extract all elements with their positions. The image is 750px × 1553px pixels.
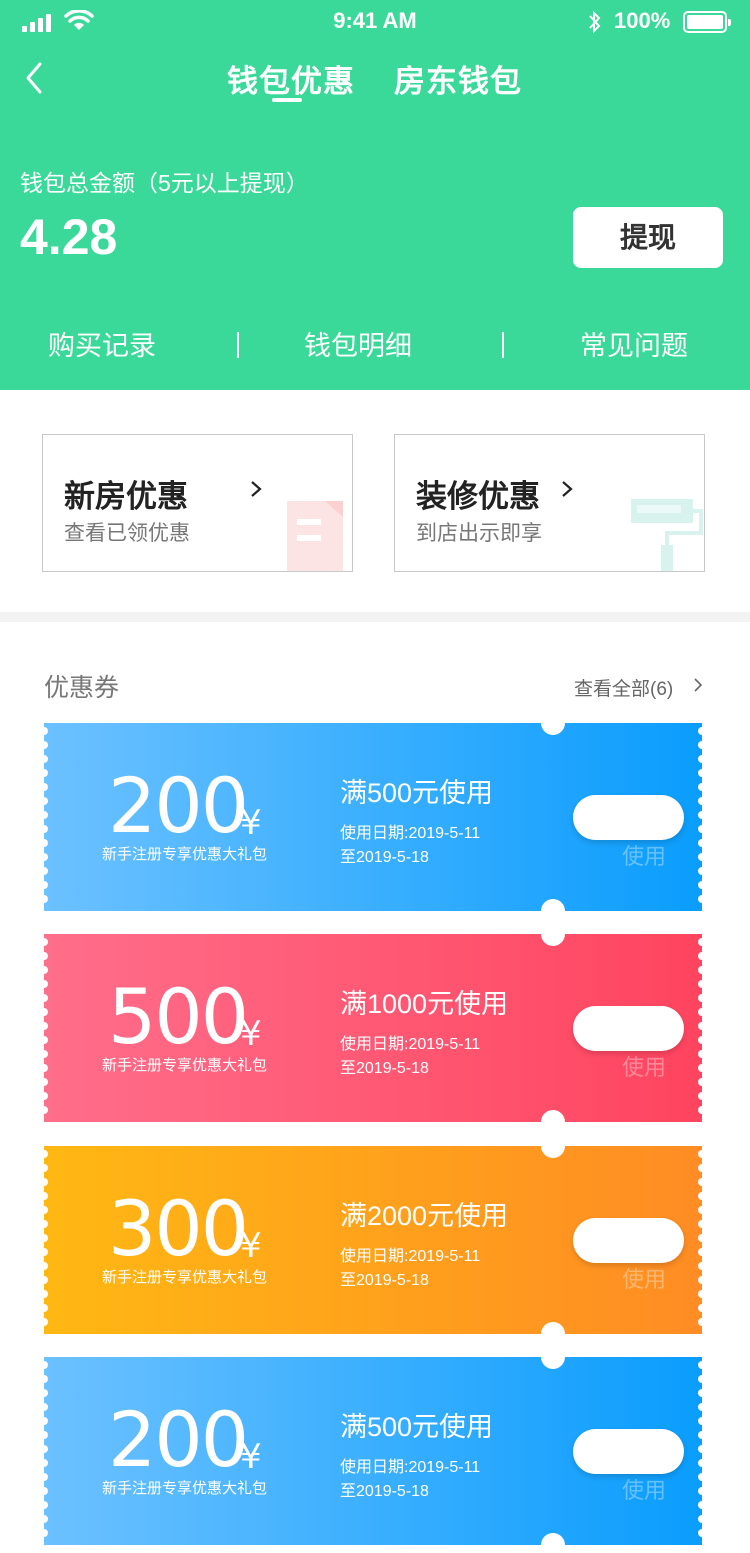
promo-subtitle: 到店出示即享 bbox=[416, 522, 542, 545]
use-coupon-label: 使用 bbox=[622, 1478, 667, 1503]
coupon-description: 新手注册专享优惠大礼包 bbox=[102, 1480, 268, 1497]
wallet-total-amount: 4.28 bbox=[20, 209, 118, 265]
use-coupon-label: 使用 bbox=[622, 844, 667, 869]
active-tab-indicator bbox=[272, 98, 302, 102]
link-wallet-details[interactable]: 钱包明细 bbox=[304, 324, 412, 363]
wallet-total-label: 钱包总金额（5元以上提现） bbox=[20, 170, 309, 196]
use-coupon-button[interactable] bbox=[573, 1218, 684, 1263]
tab-wallet-discounts[interactable]: 钱包优惠 bbox=[227, 56, 355, 101]
coupon-amount: 200 bbox=[108, 1395, 249, 1484]
use-coupon-button[interactable] bbox=[573, 1006, 684, 1051]
wallet-header: 9:41 AM 100% 钱包优惠 房东钱包 钱包总金额（5元以上提现） 4.2… bbox=[0, 0, 750, 390]
bluetooth-icon bbox=[589, 10, 601, 34]
coupon-date-end: 至2019-5-18 bbox=[340, 849, 429, 866]
coupon-amount: 200 bbox=[108, 761, 249, 850]
use-coupon-button[interactable] bbox=[573, 795, 684, 840]
link-faq[interactable]: 常见问题 bbox=[580, 324, 688, 363]
coupon-description: 新手注册专享优惠大礼包 bbox=[102, 846, 268, 863]
coupon-condition: 满2000元使用 bbox=[340, 1201, 509, 1231]
coupon-date-start: 使用日期:2019-5-11 bbox=[340, 1459, 481, 1476]
withdraw-button[interactable]: 提现 bbox=[573, 207, 723, 268]
coupon-description: 新手注册专享优惠大礼包 bbox=[102, 1057, 268, 1074]
link-purchase-records[interactable]: 购买记录 bbox=[48, 324, 156, 363]
coupon-condition: 满500元使用 bbox=[340, 778, 494, 808]
document-icon bbox=[287, 501, 343, 571]
coupon-date-end: 至2019-5-18 bbox=[340, 1483, 429, 1500]
coupon-currency: ¥ bbox=[240, 1226, 262, 1266]
chevron-right-icon bbox=[251, 481, 262, 497]
paint-roller-icon bbox=[631, 499, 703, 571]
coupon-condition: 满500元使用 bbox=[340, 1412, 494, 1442]
coupon-currency: ¥ bbox=[240, 1014, 262, 1054]
use-coupon-button[interactable] bbox=[573, 1429, 684, 1474]
coupon-date-start: 使用日期:2019-5-11 bbox=[340, 1036, 481, 1053]
chevron-right-icon bbox=[562, 481, 573, 497]
coupon-date-end: 至2019-5-18 bbox=[340, 1272, 429, 1289]
coupons-section-title: 优惠券 bbox=[44, 674, 120, 702]
promo-subtitle: 查看已领优惠 bbox=[64, 522, 190, 545]
status-bar: 9:41 AM 100% bbox=[0, 0, 750, 44]
coupon-currency: ¥ bbox=[240, 803, 262, 843]
battery-percent: 100% bbox=[614, 8, 671, 33]
coupon-card[interactable]: 300 ¥ 新手注册专享优惠大礼包 满2000元使用 使用日期:2019-5-1… bbox=[44, 1146, 702, 1334]
section-divider bbox=[0, 612, 750, 622]
promo-title: 新房优惠 bbox=[64, 479, 188, 514]
back-arrow-icon[interactable] bbox=[18, 58, 58, 98]
coupon-amount: 300 bbox=[108, 1184, 249, 1273]
link-separator bbox=[237, 332, 239, 358]
coupon-condition: 满1000元使用 bbox=[340, 989, 509, 1019]
tab-landlord-wallet[interactable]: 房东钱包 bbox=[394, 56, 522, 101]
promo-title: 装修优惠 bbox=[416, 479, 540, 514]
view-all-coupons-link[interactable]: 查看全部(6) bbox=[574, 674, 673, 701]
coupon-date-start: 使用日期:2019-5-11 bbox=[340, 825, 481, 842]
coupon-card[interactable]: 500 ¥ 新手注册专享优惠大礼包 满1000元使用 使用日期:2019-5-1… bbox=[44, 934, 702, 1122]
coupon-amount: 500 bbox=[108, 972, 249, 1061]
new-house-promo-card[interactable]: 新房优惠 查看已领优惠 bbox=[42, 434, 353, 572]
battery-icon bbox=[683, 11, 731, 33]
renovation-promo-card[interactable]: 装修优惠 到店出示即享 bbox=[394, 434, 705, 572]
wallet-links: 购买记录 钱包明细 常见问题 bbox=[0, 324, 750, 368]
chevron-right-icon[interactable] bbox=[692, 677, 704, 693]
link-separator bbox=[502, 332, 504, 358]
use-coupon-label: 使用 bbox=[622, 1267, 667, 1292]
coupon-date-end: 至2019-5-18 bbox=[340, 1060, 429, 1077]
coupon-description: 新手注册专享优惠大礼包 bbox=[102, 1269, 268, 1286]
use-coupon-label: 使用 bbox=[622, 1055, 667, 1080]
coupon-card[interactable]: 200 ¥ 新手注册专享优惠大礼包 满500元使用 使用日期:2019-5-11… bbox=[44, 723, 702, 911]
coupon-currency: ¥ bbox=[240, 1437, 262, 1477]
coupon-date-start: 使用日期:2019-5-11 bbox=[340, 1248, 481, 1265]
coupon-card[interactable]: 200 ¥ 新手注册专享优惠大礼包 满500元使用 使用日期:2019-5-11… bbox=[44, 1357, 702, 1545]
